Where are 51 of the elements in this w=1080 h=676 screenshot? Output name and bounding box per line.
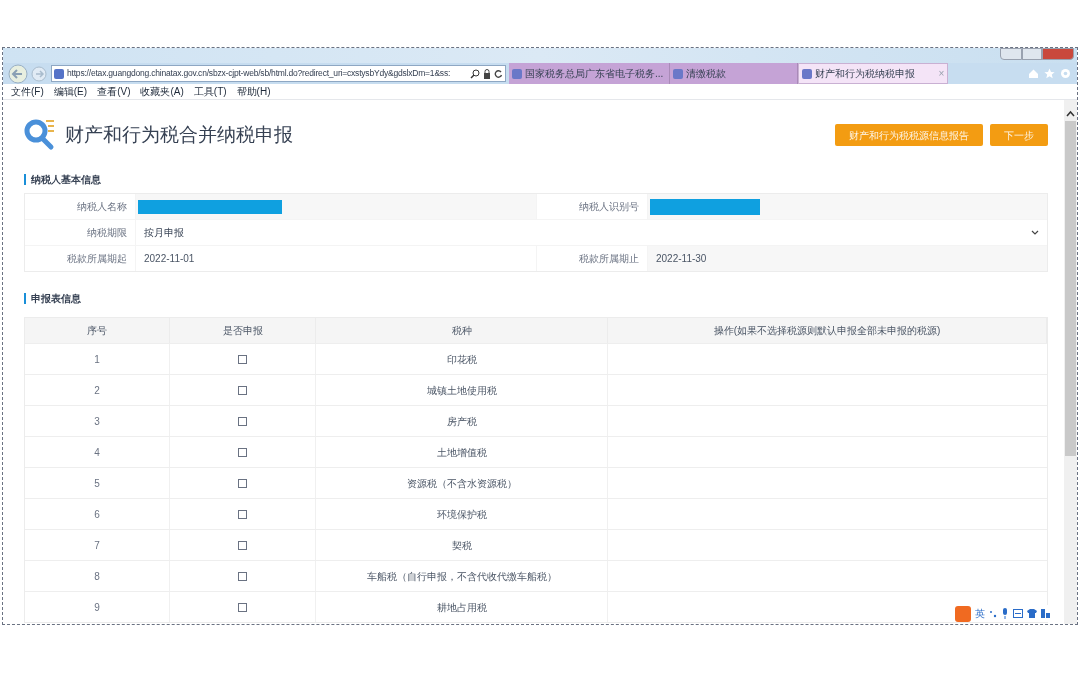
menu-item[interactable]: 编辑(E) [53,84,88,99]
lock-icon [483,68,491,79]
scroll-up-icon[interactable] [1066,110,1075,118]
period-select[interactable]: 按月申报 [136,220,1047,245]
checkbox[interactable] [238,478,247,488]
menu-item[interactable]: 收藏夹(A) [140,84,184,99]
checkbox[interactable] [238,447,247,457]
checkbox[interactable] [238,385,247,395]
page-icon [802,68,813,79]
search-icon[interactable] [470,68,480,79]
checkbox[interactable] [238,571,247,581]
ime-logo-icon[interactable] [955,605,971,622]
browser-tab[interactable]: 财产和行为税纳税申报 × [798,63,949,84]
url-text: https://etax.guangdong.chinatax.gov.cn/sbzx-cjpt-web/sb/html.do?redirect_uri=cxstysbYdy&gdslxDm=1&ss: [67,67,451,80]
page-title: 财产和行为税合并纳税申报 [65,122,293,147]
section-heading: 申报表信息 [24,293,1048,304]
field-label: 纳税人识别号 [537,194,647,219]
browser-tab[interactable]: 清缴税款 [670,63,799,84]
browser-tab[interactable]: 国家税务总局广东省电子税务... [509,63,671,84]
address-bar[interactable]: https://etax.guangdong.chinatax.gov.cn/sbzx-cjpt-web/sb/html.do?redirect_uri=cxstysbYdy&gdslxDm=1&ss: [51,65,506,82]
page-icon [512,68,522,79]
table-cell: 9 [25,592,170,622]
menu-item[interactable]: 帮助(H) [236,84,271,99]
field-label: 纳税人名称 [25,194,135,219]
field-label: 纳税期限 [25,220,135,245]
page-icon [54,68,64,79]
window-controls-icon[interactable] [1000,48,1074,60]
checkbox[interactable] [238,540,247,550]
menu-item[interactable]: 工具(T) [193,84,227,99]
page-icon [673,68,684,79]
menu-item[interactable]: 查看(V) [97,84,131,99]
checkbox[interactable] [238,509,247,519]
keyboard-icon[interactable] [1013,609,1023,618]
input-mode[interactable]: 英 [975,606,985,621]
checkbox[interactable] [238,354,247,364]
shirt-icon[interactable] [1027,609,1037,618]
table-cell: 耕地占用税 [316,592,608,622]
scrollbar-thumb[interactable] [1065,121,1076,456]
star-icon[interactable] [1044,68,1055,79]
scrollbar[interactable] [1064,100,1077,624]
date-field[interactable]: 2022-11-01 [136,246,536,271]
checkbox[interactable] [238,416,247,426]
punctuation-icon[interactable] [989,608,997,619]
field-label: 税款所属期起 [25,246,135,271]
microphone-icon[interactable] [1001,608,1009,619]
chevron-down-icon [1031,230,1039,235]
checkbox[interactable] [238,602,247,612]
section-heading: 纳税人基本信息 [24,174,1048,185]
menu-item[interactable]: 文件(F) [11,84,44,99]
refresh-icon[interactable] [494,68,503,79]
field-label: 税款所属期止 [537,246,647,271]
